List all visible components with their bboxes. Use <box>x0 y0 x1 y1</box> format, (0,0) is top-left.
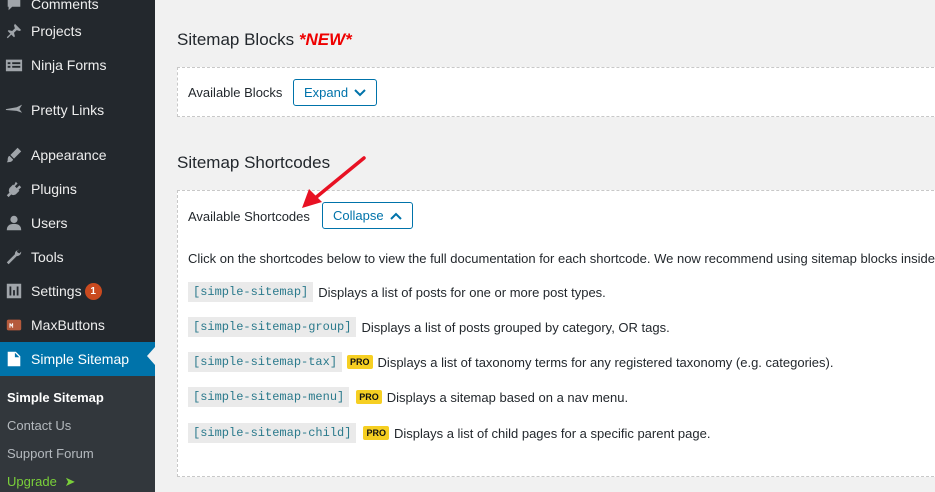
red-annotation-arrow-icon <box>302 156 366 208</box>
sidebar-item-simple-sitemap[interactable]: Simple Sitemap <box>0 342 155 376</box>
submenu-upgrade[interactable]: Upgrade ➤ <box>7 474 75 490</box>
shortcode-description: Displays a list of posts grouped by cate… <box>361 319 670 335</box>
sidebar-item-label: Settings <box>31 283 82 299</box>
pretty-links-icon <box>4 100 24 120</box>
new-flag: *NEW* <box>298 30 352 49</box>
collapse-button-label: Collapse <box>333 208 384 223</box>
shortcode-link[interactable]: [simple-sitemap] <box>188 282 314 302</box>
shortcode-description: Displays a sitemap based on a nav menu. <box>386 389 629 405</box>
sidebar-item-label: Plugins <box>31 181 77 197</box>
shortcode-description: Displays a list of child pages for a spe… <box>393 425 711 441</box>
settings-icon <box>4 281 24 301</box>
pro-badge: PRO <box>363 426 389 440</box>
forms-icon <box>4 55 24 75</box>
sidebar-item-users[interactable]: Users <box>0 206 155 240</box>
shortcode-description: Displays a list of taxonomy terms for an… <box>377 354 834 370</box>
pin-icon <box>4 21 24 41</box>
shortcode-row: [simple-sitemap-group] Displays a list o… <box>188 317 670 337</box>
user-icon <box>4 213 24 233</box>
chevron-up-icon <box>389 212 402 220</box>
wrench-icon <box>4 247 24 267</box>
upgrade-arrow-icon: ➤ <box>64 474 76 489</box>
submenu-upgrade-label: Upgrade <box>7 474 57 489</box>
sidebar-item-label: Tools <box>31 249 64 265</box>
available-blocks-label: Available Blocks <box>188 85 283 100</box>
submenu-support-forum[interactable]: Support Forum <box>7 446 94 461</box>
sidebar-item-plugins[interactable]: Plugins <box>0 172 155 206</box>
submenu-contact-us[interactable]: Contact Us <box>7 418 71 433</box>
sidebar-item-label: Comments <box>31 0 99 12</box>
shortcode-link[interactable]: [simple-sitemap-child] <box>188 423 357 443</box>
admin-sidebar: Comments Projects Ninja Forms Pretty Lin… <box>0 0 155 492</box>
pro-badge: PRO <box>356 390 382 404</box>
sidebar-item-pretty-links[interactable]: Pretty Links <box>0 93 155 127</box>
available-blocks-box: Available Blocks Expand <box>177 67 935 117</box>
sidebar-item-label: Projects <box>31 23 82 39</box>
sidebar-item-ninja-forms[interactable]: Ninja Forms <box>0 48 155 82</box>
active-menu-indicator <box>147 347 155 365</box>
sitemap-blocks-heading: Sitemap Blocks *NEW* <box>177 30 352 50</box>
sidebar-item-label: Appearance <box>31 147 107 163</box>
shortcode-link[interactable]: [simple-sitemap-tax] <box>188 352 343 372</box>
sidebar-item-settings[interactable]: Settings 1 <box>0 274 155 308</box>
brush-icon <box>4 145 24 165</box>
sidebar-item-maxbuttons[interactable]: MaxButtons <box>0 308 155 342</box>
shortcode-link[interactable]: [simple-sitemap-group] <box>188 317 357 337</box>
main-content: Sitemap Blocks *NEW* Available Blocks Ex… <box>155 0 935 492</box>
sidebar-item-label: Pretty Links <box>31 102 105 118</box>
sidebar-submenu: Simple Sitemap Contact Us Support Forum … <box>0 376 155 492</box>
sitemap-icon <box>4 349 24 369</box>
shortcode-row: [simple-sitemap-tax] PRO Displays a list… <box>188 352 833 372</box>
available-shortcodes-label: Available Shortcodes <box>188 209 310 224</box>
sidebar-item-label: Simple Sitemap <box>31 351 130 367</box>
sidebar-item-label: Users <box>31 215 68 231</box>
available-shortcodes-box: Available Shortcodes Collapse Click on t… <box>177 190 935 477</box>
sidebar-item-tools[interactable]: Tools <box>0 240 155 274</box>
sidebar-item-label: Ninja Forms <box>31 57 107 73</box>
settings-update-badge: 1 <box>84 282 102 300</box>
pro-badge: PRO <box>347 355 373 369</box>
sidebar-item-label: MaxButtons <box>31 317 105 333</box>
shortcode-row: [simple-sitemap] Displays a list of post… <box>188 282 606 302</box>
plug-icon <box>4 179 24 199</box>
shortcode-link[interactable]: [simple-sitemap-menu] <box>188 387 350 407</box>
submenu-simple-sitemap[interactable]: Simple Sitemap <box>7 390 104 405</box>
expand-button[interactable]: Expand <box>293 79 378 106</box>
comments-icon <box>4 0 24 14</box>
shortcode-description: Displays a list of posts for one or more… <box>318 284 606 300</box>
shortcodes-intro-text: Click on the shortcodes below to view th… <box>188 251 935 266</box>
shortcode-row: [simple-sitemap-menu] PRO Displays a sit… <box>188 387 628 407</box>
sidebar-item-appearance[interactable]: Appearance <box>0 138 155 172</box>
expand-button-label: Expand <box>304 85 349 100</box>
sitemap-blocks-title: Sitemap Blocks <box>177 30 295 49</box>
sidebar-item-projects[interactable]: Projects <box>0 14 155 48</box>
maxbuttons-icon <box>4 315 24 335</box>
shortcode-row: [simple-sitemap-child] PRO Displays a li… <box>188 423 710 443</box>
chevron-down-icon <box>354 88 366 96</box>
